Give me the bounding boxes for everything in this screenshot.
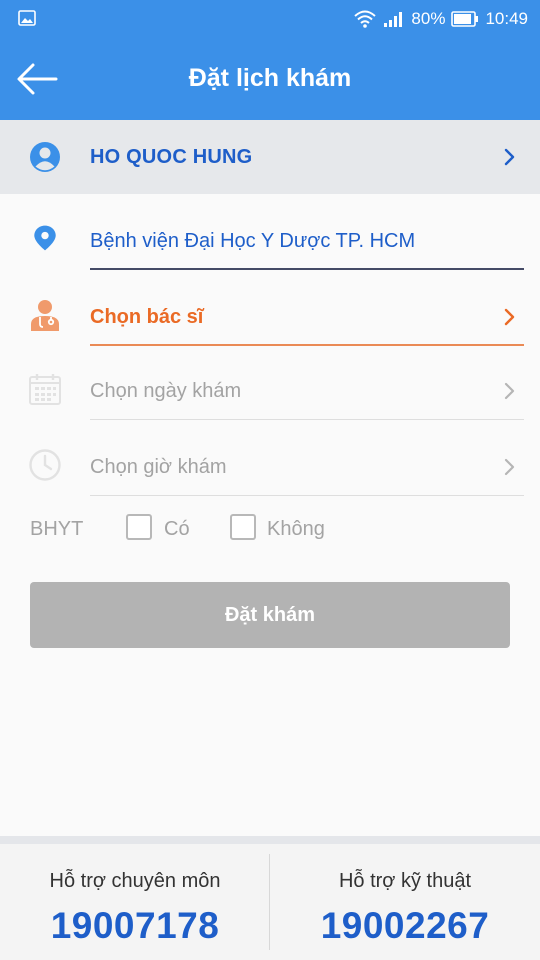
time-field[interactable]: Chọn giờ khám: [0, 420, 540, 496]
bhyt-row: BHYT Có Không: [30, 512, 510, 546]
professional-support-phone[interactable]: 19007178: [0, 905, 270, 947]
calendar-icon: [29, 374, 61, 405]
bhyt-label: BHYT: [30, 518, 84, 540]
battery-icon: [451, 11, 479, 27]
clock-icon: [29, 449, 61, 481]
wifi-icon: [354, 10, 377, 28]
technical-support-phone[interactable]: 19002267: [270, 905, 540, 947]
date-field[interactable]: Chọn ngày khám: [0, 344, 540, 420]
chevron-right-icon: [504, 458, 515, 476]
app-bar: Đặt lịch khám: [0, 38, 540, 120]
status-bar: 80% 10:49: [0, 0, 540, 38]
doctor-icon: [31, 300, 59, 331]
user-circle-icon: [30, 142, 60, 172]
bhyt-yes-label: Có: [164, 518, 190, 540]
patient-name: HO QUOC HUNG: [90, 146, 253, 168]
battery-percent: 80%: [411, 9, 446, 28]
professional-support-label: Hỗ trợ chuyên môn: [49, 870, 221, 892]
date-placeholder: Chọn ngày khám: [90, 380, 242, 402]
doctor-placeholder: Chọn bác sĩ: [90, 306, 204, 328]
chevron-right-icon: [504, 308, 515, 326]
technical-support-label: Hỗ trợ kỹ thuật: [338, 870, 472, 892]
bhyt-no-label: Không: [267, 518, 325, 540]
book-appointment-button[interactable]: Đặt khám: [30, 582, 510, 648]
clock-time: 10:49: [485, 9, 528, 28]
image-icon: [18, 10, 36, 26]
signal-icon: [384, 12, 403, 27]
chevron-right-icon: [504, 382, 515, 400]
doctor-field[interactable]: Chọn bác sĩ: [0, 270, 540, 346]
status-right: 80% 10:49: [353, 0, 528, 38]
bhyt-no-checkbox[interactable]: [230, 514, 256, 540]
technical-support[interactable]: Hỗ trợ kỹ thuật 19002267: [270, 844, 540, 960]
patient-selector[interactable]: HO QUOC HUNG: [0, 120, 540, 194]
time-underline: [90, 495, 524, 496]
location-pin-icon: [34, 225, 56, 251]
support-footer: Hỗ trợ chuyên môn 19007178 Hỗ trợ kỹ thu…: [0, 836, 540, 960]
hospital-value: Bệnh viện Đại Học Y Dược TP. HCM: [90, 230, 416, 252]
time-placeholder: Chọn giờ khám: [90, 456, 227, 478]
bhyt-yes-checkbox[interactable]: [126, 514, 152, 540]
chevron-right-icon: [504, 148, 515, 166]
hospital-field[interactable]: Bệnh viện Đại Học Y Dược TP. HCM: [0, 194, 540, 270]
page-title: Đặt lịch khám: [188, 64, 352, 92]
professional-support[interactable]: Hỗ trợ chuyên môn 19007178: [0, 844, 270, 960]
